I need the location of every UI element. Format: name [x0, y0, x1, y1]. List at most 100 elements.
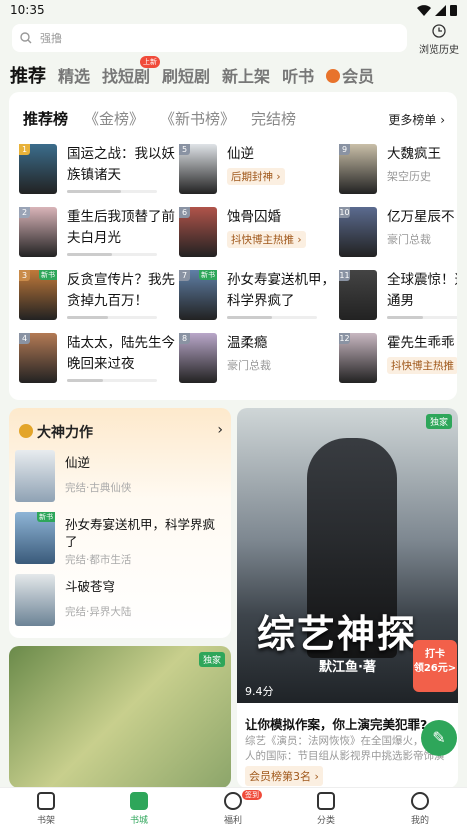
bookshelf-icon	[37, 792, 55, 810]
new-book-tag: 新书	[37, 512, 55, 522]
book-cover	[15, 574, 55, 626]
book-title: 霍先生乖乖	[387, 335, 455, 351]
nav-label: 书城	[129, 816, 148, 826]
write-fab-button[interactable]: ✎	[421, 720, 457, 756]
book-title: 大魏疯王	[387, 146, 441, 162]
ranking-item[interactable]: 9 大魏疯王 架空历史	[339, 144, 457, 200]
nav-bookshelf[interactable]: 书架	[11, 792, 81, 826]
promo-rank-badge[interactable]: 会员榜第3名 ›	[245, 766, 323, 786]
ranking-item[interactable]: 1 国运之战：我以妖族镇诸天	[19, 144, 184, 200]
heat-bar-fill	[387, 316, 423, 319]
ranking-item[interactable]: 2 重生后我顶替了前夫白月光	[19, 207, 184, 263]
list-item[interactable]: 斗破苍穹 完结·异界大陆	[15, 574, 229, 629]
heat-bar	[387, 316, 457, 319]
history-label: 浏览历史	[419, 45, 459, 56]
search-bar[interactable]: 强撸	[12, 24, 407, 52]
nav-welfare[interactable]: 福利 签到	[198, 790, 268, 826]
promo-title: 综艺神探	[257, 612, 418, 656]
pen-icon: ✎	[432, 728, 446, 747]
rank-number: 3	[19, 270, 30, 281]
book-title: 全球震惊！这叫普通男	[387, 272, 457, 309]
checkin-line1: 打卡	[425, 649, 445, 660]
medal-icon	[19, 424, 33, 438]
tab-featured[interactable]: 精选	[58, 63, 90, 87]
master-works-title: 大神力作	[37, 425, 93, 441]
rank-number: 7	[179, 270, 190, 281]
book-tag: 后期封神 ›	[227, 168, 285, 185]
book-cover: 2	[19, 207, 57, 257]
book-cover: 6	[179, 207, 217, 257]
rank-tab-gold[interactable]: 《金榜》	[84, 108, 144, 129]
rank-number: 5	[179, 144, 190, 155]
book-title: 仙逆	[227, 146, 254, 162]
book-tag: 抖快博主热推 ›	[227, 231, 306, 248]
book-title: 陆太太，陆先生今晚回来过夜	[67, 335, 175, 372]
book-cover: 5	[179, 144, 217, 194]
list-item[interactable]: 仙逆 完结·古典仙侠	[15, 450, 229, 505]
signal-icon	[435, 4, 446, 16]
history-button[interactable]: 浏览历史	[414, 24, 464, 56]
nav-profile[interactable]: 我的	[385, 792, 455, 826]
status-bar: 10:35	[0, 0, 467, 22]
featured-banner[interactable]: 独家	[9, 646, 231, 788]
rank-tab-recommend[interactable]: 推荐榜	[23, 108, 68, 129]
book-title: 斗破苍穹	[65, 579, 116, 594]
book-cover: 8	[179, 333, 217, 383]
ranking-tabs: 推荐榜 《金榜》 《新书榜》 完结榜	[23, 108, 296, 129]
nav-bookstore[interactable]: 书城	[104, 792, 174, 826]
ranking-item[interactable]: 4 陆太太，陆先生今晚回来过夜	[19, 333, 184, 389]
tab-find-drama[interactable]: 找短剧 上新	[102, 56, 161, 87]
book-cover: 7 新书	[179, 270, 217, 320]
search-icon	[20, 32, 32, 44]
ranking-item[interactable]: 8 温柔瘾 豪门总裁	[179, 333, 344, 389]
heat-bar-fill	[67, 253, 112, 256]
rank-number: 2	[19, 207, 30, 218]
rank-number: 9	[339, 144, 350, 155]
checkin-reward-button[interactable]: 打卡 领26元>	[413, 640, 457, 692]
tab-new-arrivals[interactable]: 新上架	[222, 63, 270, 87]
book-title: 蚀骨囚婚	[227, 209, 281, 225]
heat-bar	[67, 379, 157, 382]
user-icon	[411, 792, 429, 810]
rank-number: 11	[339, 270, 350, 281]
list-item[interactable]: 新书 孙女寿宴送机甲，科学界疯了 完结·都市生活	[15, 512, 229, 567]
book-meta: 完结·古典仙侠	[65, 482, 132, 494]
heat-bar-fill	[67, 316, 108, 319]
ranking-item[interactable]: 11 全球震惊！这叫普通男	[339, 270, 457, 326]
new-badge: 上新	[140, 56, 161, 68]
book-title: 重生后我顶替了前夫白月光	[67, 209, 175, 246]
exclusive-tag: 独家	[425, 414, 452, 429]
chevron-right-icon[interactable]: ›	[217, 422, 223, 438]
new-book-tag: 新书	[39, 270, 57, 280]
top-tabs: 推荐 精选 找短剧 上新 刷短剧 新上架 听书 会员	[10, 56, 374, 88]
nav-label: 书架	[36, 816, 55, 826]
tab-audiobook[interactable]: 听书	[282, 63, 314, 87]
ranking-item[interactable]: 3 新书 反贪宣传片？我先贪掉九百万！	[19, 270, 184, 326]
more-rankings-link[interactable]: 更多榜单 ›	[388, 111, 445, 128]
promo-question: 让你模拟作案，你上演完美犯罪?	[245, 717, 428, 732]
ranking-item[interactable]: 10 亿万星辰不 豪门总裁	[339, 207, 457, 263]
tab-recommend[interactable]: 推荐	[10, 62, 46, 88]
heat-bar-fill	[227, 316, 272, 319]
vip-crown-icon	[326, 69, 341, 83]
rank-tab-new[interactable]: 《新书榜》	[160, 108, 235, 129]
heat-bar-fill	[67, 379, 103, 382]
book-genre: 豪门总裁	[387, 233, 431, 246]
ranking-item[interactable]: 6 蚀骨囚婚 抖快博主热推 ›	[179, 207, 344, 263]
clock-icon	[432, 24, 446, 38]
ranking-card: 推荐榜 《金榜》 《新书榜》 完结榜 更多榜单 › 1 国运之战：我以妖族镇诸天…	[9, 92, 457, 400]
tab-swipe-drama[interactable]: 刷短剧	[162, 63, 210, 87]
new-book-tag: 新书	[199, 270, 217, 280]
book-title: 温柔瘾	[227, 335, 268, 351]
heat-bar	[227, 316, 317, 319]
ranking-item[interactable]: 7 新书 孙女寿宴送机甲，科学界疯了	[179, 270, 344, 326]
ranking-item[interactable]: 5 仙逆 后期封神 ›	[179, 144, 344, 200]
bookstore-icon	[130, 792, 148, 810]
ranking-item[interactable]: 12 霍先生乖乖 抖快博主热推	[339, 333, 457, 389]
book-genre: 架空历史	[387, 170, 431, 183]
exclusive-tag: 独家	[198, 652, 225, 667]
tab-vip[interactable]: 会员	[326, 63, 374, 87]
rank-tab-complete[interactable]: 完结榜	[251, 108, 296, 129]
nav-category[interactable]: 分类	[291, 792, 361, 826]
checkin-line2: 领26元>	[413, 663, 457, 674]
